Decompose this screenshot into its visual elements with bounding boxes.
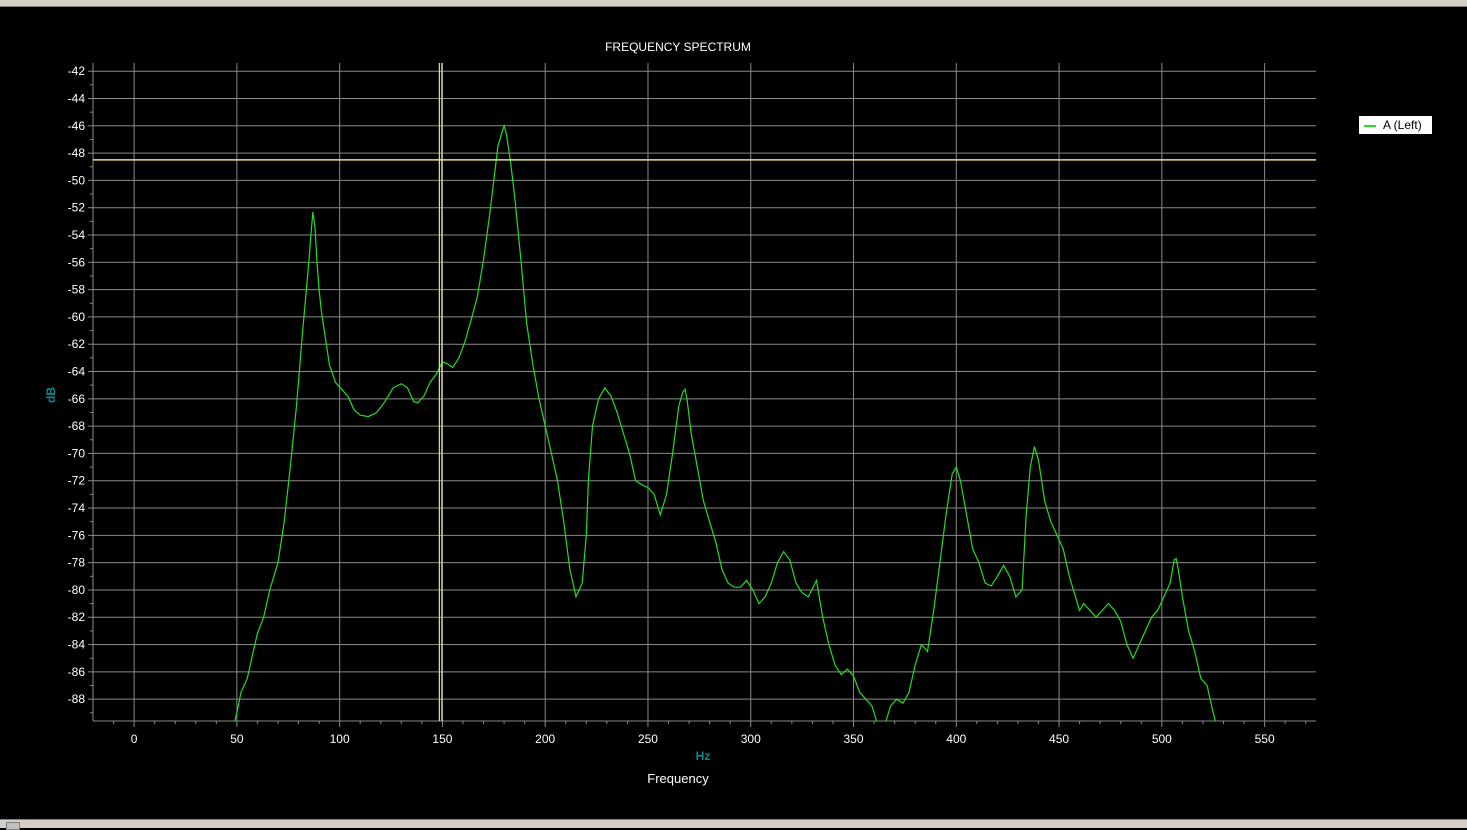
y-tick-label: -58 [68,283,86,297]
y-tick-label: -48 [68,146,86,160]
y-tick-label: -82 [68,610,86,624]
x-tick-label: 50 [230,732,244,746]
y-tick-label: -74 [68,501,86,515]
y-tick-label: -42 [68,64,86,78]
x-tick-label: 200 [535,732,555,746]
y-tick-label: -86 [68,665,86,679]
y-tick-label: -46 [68,119,86,133]
x-tick-label: 100 [330,732,350,746]
y-tick-label: -84 [68,638,86,652]
y-tick-label: -80 [68,583,86,597]
scroll-handle[interactable] [6,822,20,830]
x-tick-label: 300 [741,732,761,746]
y-tick-label: -66 [68,392,86,406]
cursor-lines[interactable] [93,63,1316,721]
x-tick-label: 500 [1152,732,1172,746]
x-tick-label: 150 [432,732,452,746]
x-axis-label: Frequency [647,771,709,786]
y-tick-label: -88 [68,692,86,706]
y-tick-label: -78 [68,556,86,570]
y-tick-label: -72 [68,474,86,488]
x-axis-unit: Hz [696,749,711,763]
y-tick-label: -64 [68,365,86,379]
y-tick-label: -56 [68,255,86,269]
chart-title: FREQUENCY SPECTRUM [605,40,751,54]
x-tick-label: 550 [1255,732,1275,746]
y-tick-label: -70 [68,446,86,460]
y-tick-label: -52 [68,201,86,215]
grid [93,63,1316,721]
y-tick-label: -60 [68,310,86,324]
y-axis-label: dB [44,387,58,403]
y-tick-label: -54 [68,228,86,242]
y-tick-label: -50 [68,173,86,187]
x-tick-label: 0 [131,732,138,746]
frequency-spectrum-chart: FREQUENCY SPECTRUM 0 50 100 150 200 250 300 350… [44,40,1316,786]
x-tick-label: 250 [638,732,658,746]
x-tick-label: 350 [844,732,864,746]
legend-series-label: A (Left) [1383,118,1422,132]
legend-series-swatch [1364,125,1376,127]
x-tick-label: 400 [946,732,966,746]
y-tick-label: -44 [68,91,86,105]
x-tick-label: 450 [1049,732,1069,746]
y-tick-label: -68 [68,419,86,433]
y-tick-label: -62 [68,337,86,351]
legend[interactable]: A (Left) [1358,115,1433,135]
y-tick-label: -76 [68,528,86,542]
